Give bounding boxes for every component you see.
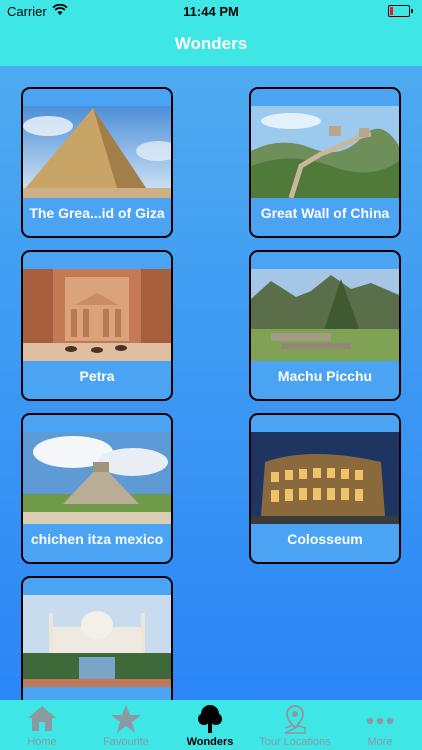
- tab-label: Home: [27, 736, 57, 748]
- wonder-image-petra: [23, 269, 171, 361]
- tab-label: More: [367, 736, 393, 748]
- wonder-card-taj-mahal[interactable]: [21, 576, 173, 700]
- more-icon: [366, 712, 394, 730]
- wonder-card-colosseum[interactable]: Colosseum: [249, 413, 401, 564]
- tab-label: Wonders: [186, 736, 234, 748]
- wonder-title: Colosseum: [287, 531, 363, 547]
- nav-bar: Wonders: [0, 22, 422, 66]
- status-bar: Carrier 11:44 PM: [0, 0, 422, 22]
- map-pin-icon: [282, 704, 308, 739]
- wonder-image-giza: [23, 106, 171, 198]
- battery-icon: [388, 5, 413, 17]
- tab-tour-locations[interactable]: Tour Locations: [252, 700, 338, 750]
- tab-label: Tour Locations: [259, 736, 331, 748]
- tab-more[interactable]: More: [338, 700, 422, 750]
- wonder-card-petra[interactable]: Petra: [21, 250, 173, 401]
- wonder-card-great-wall[interactable]: Great Wall of China: [249, 87, 401, 238]
- tree-icon: [197, 704, 223, 739]
- wonder-card-machu-picchu[interactable]: Machu Picchu: [249, 250, 401, 401]
- wonder-image-machu-picchu: [251, 269, 399, 361]
- home-icon: [26, 704, 58, 737]
- tab-bar: Home Favourite Wonders Tour Locations Mo…: [0, 700, 422, 750]
- wonders-grid[interactable]: The Grea...id of Giza Great Wall of Chin…: [0, 66, 422, 700]
- wonder-title: Petra: [79, 368, 115, 384]
- star-icon: [110, 704, 142, 739]
- wonder-title: chichen itza mexico: [30, 531, 164, 547]
- clock: 11:44 PM: [183, 4, 239, 19]
- wonder-title: Machu Picchu: [277, 368, 373, 384]
- tab-wonders[interactable]: Wonders: [168, 700, 252, 750]
- wonder-image-great-wall: [251, 106, 399, 198]
- tab-home[interactable]: Home: [0, 700, 84, 750]
- wonder-image-chichen-itza: [23, 432, 171, 524]
- page-title: Wonders: [174, 34, 248, 53]
- tab-favourite[interactable]: Favourite: [84, 700, 168, 750]
- wonder-card-giza[interactable]: The Grea...id of Giza: [21, 87, 173, 238]
- wonder-image-colosseum: [251, 432, 399, 524]
- tab-label: Favourite: [103, 736, 149, 748]
- wonder-title: Great Wall of China: [260, 205, 390, 221]
- wonder-title: The Grea...id of Giza: [29, 205, 165, 221]
- wonder-image-taj-mahal: [23, 595, 171, 687]
- wonder-card-chichen-itza[interactable]: chichen itza mexico: [21, 413, 173, 564]
